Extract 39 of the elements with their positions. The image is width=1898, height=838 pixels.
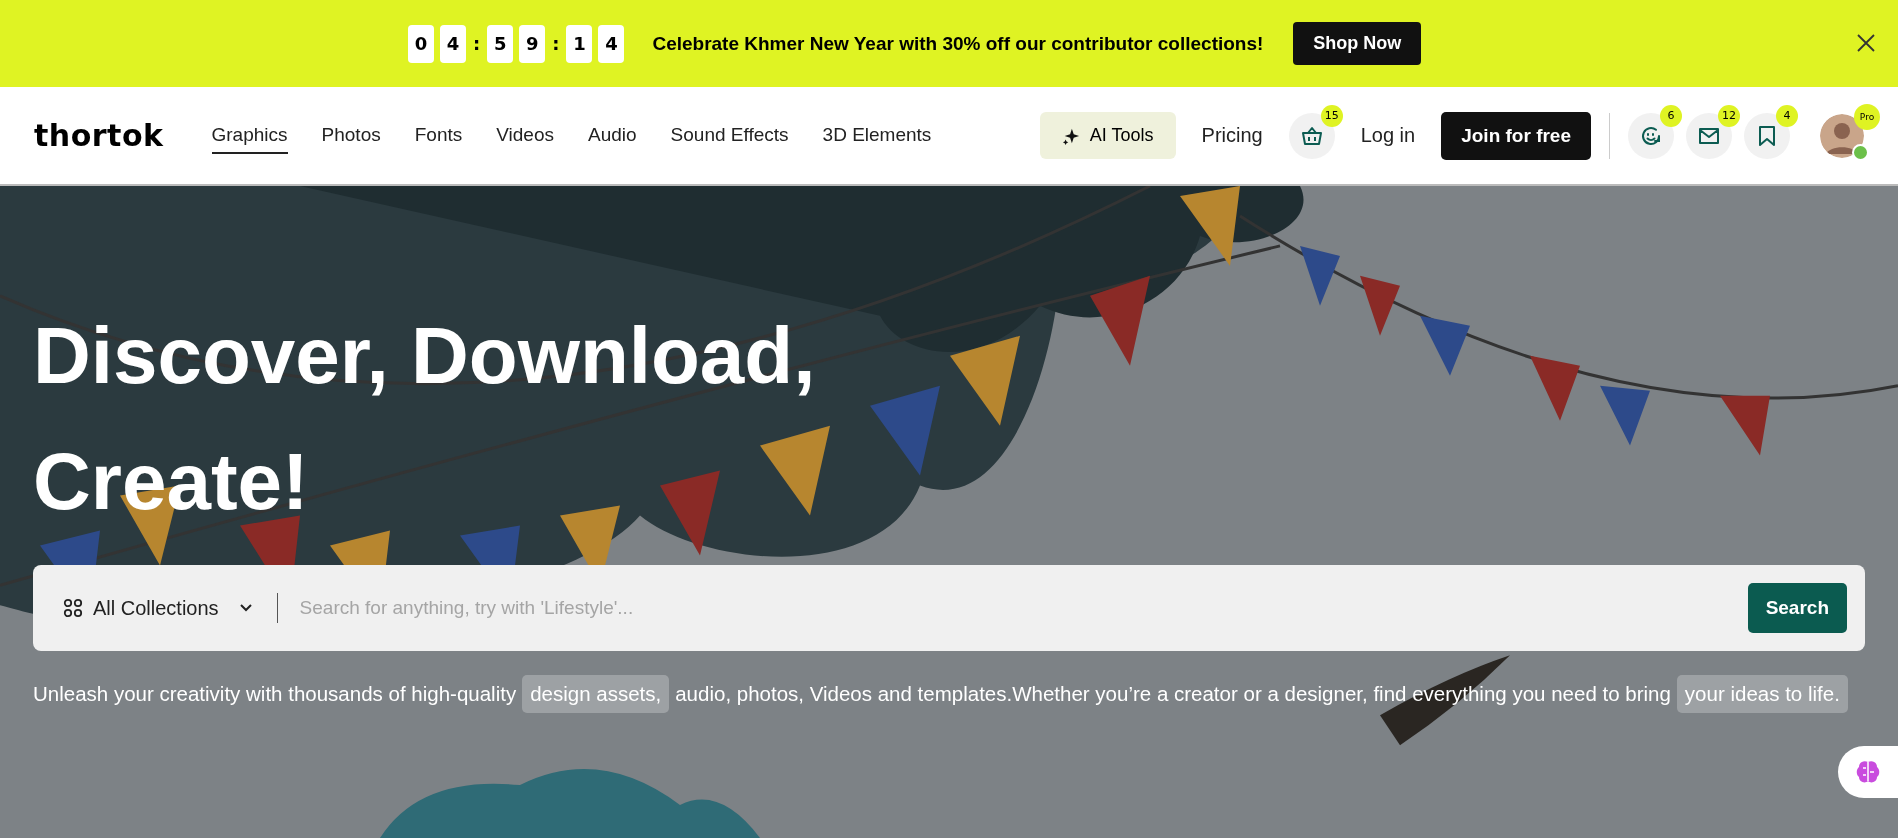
promo-message: Celebrate Khmer New Year with 30% off our contributor collections! xyxy=(652,32,1264,55)
join-button[interactable]: Join for free xyxy=(1441,111,1591,160)
countdown-digit: 4 xyxy=(440,24,466,63)
nav-link[interactable]: 3D Elements xyxy=(822,117,932,154)
pro-badge: Pro xyxy=(1854,103,1880,130)
countdown-separator: : xyxy=(472,33,482,54)
collection-dropdown[interactable]: All Collections xyxy=(63,590,253,626)
countdown-digit: 1 xyxy=(566,24,593,63)
countdown-digit: 9 xyxy=(519,24,546,63)
count-badge: 6 xyxy=(1660,104,1682,127)
nav-link[interactable]: Photos xyxy=(321,117,381,154)
pricing-link[interactable]: Pricing xyxy=(1201,124,1263,147)
count-badge: 15 xyxy=(1320,104,1343,127)
nav-link[interactable]: Videos xyxy=(496,117,554,154)
close-icon[interactable] xyxy=(1856,33,1876,53)
hero-heading: Discover, Download, xyxy=(33,310,816,402)
grid-icon xyxy=(63,598,83,618)
count-badge: 4 xyxy=(1776,104,1798,127)
ai-assistant-button[interactable] xyxy=(1838,746,1898,798)
countdown-digit: 5 xyxy=(487,24,514,63)
logo[interactable]: thortok xyxy=(34,118,164,153)
countdown-digit: 4 xyxy=(598,24,625,63)
count-badge: 12 xyxy=(1718,104,1740,127)
login-link[interactable]: Log in xyxy=(1360,124,1416,147)
chevron-down-icon xyxy=(238,603,253,613)
search-bar[interactable]: All Collections Search for anything, try with 'Lifestyle'... Search xyxy=(33,565,1865,651)
shop-now-button[interactable]: Shop Now xyxy=(1293,22,1422,65)
icon-button[interactable] xyxy=(1744,112,1790,159)
search-button[interactable]: Search xyxy=(1747,583,1847,633)
ai-tools-button[interactable]: AI Tools xyxy=(1039,112,1176,159)
countdown-digit: 0 xyxy=(408,24,434,63)
nav-link[interactable]: Graphics xyxy=(211,117,288,154)
icon-button[interactable] xyxy=(1628,112,1674,159)
hero-description: Unleash your creativity with thousands of high-quality design assets, audio, photos, Videos and templates.Whether you’re a creator or a designer, find everything you need to bring your ideas to life. xyxy=(33,675,1865,713)
countdown-separator: : xyxy=(551,33,561,54)
nav-link[interactable]: Audio xyxy=(588,117,637,154)
hero-heading: Create! xyxy=(33,436,309,528)
nav-link[interactable]: Fonts xyxy=(414,117,463,154)
nav-link[interactable]: Sound Effects xyxy=(670,117,789,154)
